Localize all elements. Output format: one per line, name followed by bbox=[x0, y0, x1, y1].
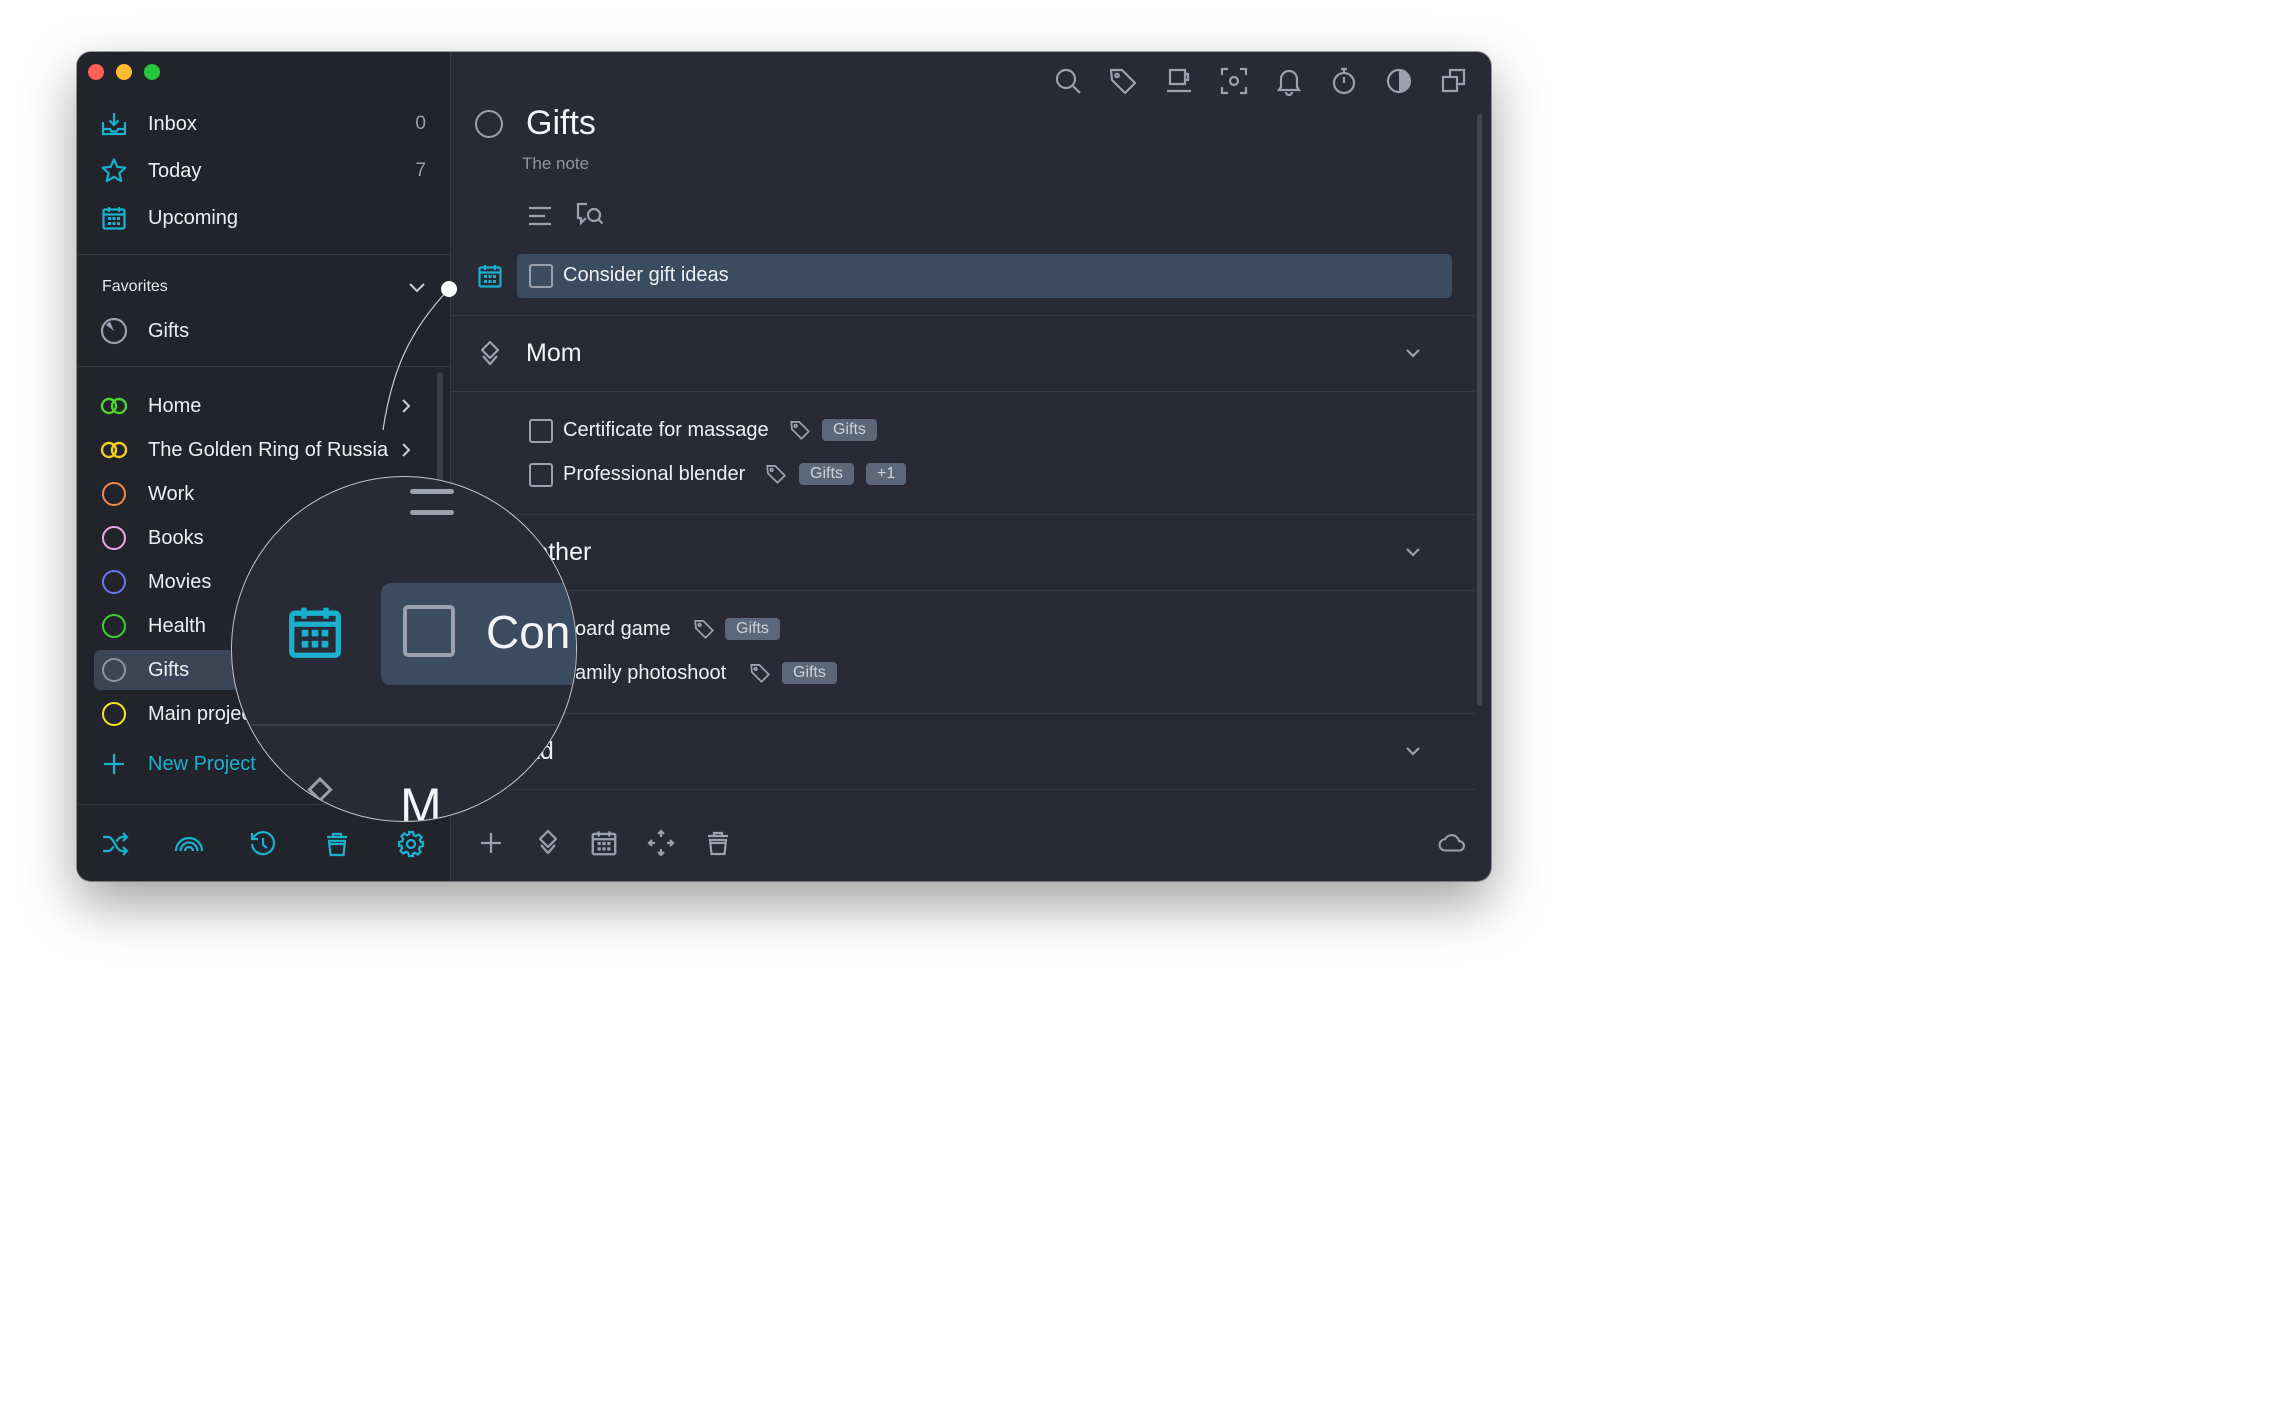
sidebar-item-label: Today bbox=[148, 159, 202, 182]
contrast-icon[interactable] bbox=[1384, 66, 1414, 96]
rainbow-icon[interactable] bbox=[174, 829, 204, 859]
divider bbox=[451, 391, 1475, 392]
heading-icon bbox=[480, 340, 500, 366]
tag-more-badge[interactable]: +1 bbox=[866, 463, 907, 485]
list-icon-zoom bbox=[410, 489, 454, 494]
sidebar-item-home[interactable]: Home bbox=[94, 386, 428, 426]
heading-mom-zoom: M bbox=[400, 778, 442, 822]
tag-icon bbox=[694, 620, 714, 639]
bell-icon[interactable] bbox=[1274, 66, 1304, 96]
chat-search-icon[interactable] bbox=[573, 200, 605, 230]
inbox-count: 0 bbox=[415, 113, 426, 134]
project-ring-icon bbox=[99, 479, 129, 509]
task-checkbox[interactable] bbox=[529, 463, 553, 487]
heading-icon-zoom bbox=[307, 776, 333, 803]
task-title[interactable]: Consider gift ideas bbox=[563, 264, 729, 287]
project-ring-icon bbox=[99, 611, 129, 641]
project-progress-ring[interactable] bbox=[475, 110, 503, 138]
calendar-icon bbox=[289, 607, 341, 658]
today-count: 7 bbox=[415, 160, 426, 181]
task-title[interactable]: amily photoshoot bbox=[575, 662, 726, 685]
sidebar-item-golden-ring[interactable]: The Golden Ring of Russia bbox=[94, 430, 428, 470]
trash-icon[interactable] bbox=[322, 829, 352, 859]
calendar-icon bbox=[99, 203, 129, 233]
settings-gear-icon[interactable] bbox=[396, 829, 426, 859]
chevron-right-icon[interactable] bbox=[398, 396, 414, 416]
task-title-zoom: Con bbox=[486, 606, 571, 658]
calendar-icon[interactable] bbox=[589, 828, 619, 858]
main-scrollbar[interactable] bbox=[1477, 114, 1482, 706]
divider bbox=[451, 789, 1475, 790]
tag-badge[interactable]: Gifts bbox=[799, 463, 854, 485]
area-rings-icon bbox=[99, 435, 129, 465]
chevron-right-icon[interactable] bbox=[398, 440, 414, 460]
focus-icon[interactable] bbox=[1219, 66, 1249, 96]
favorites-heading: Favorites bbox=[102, 278, 168, 295]
calendar-icon[interactable] bbox=[476, 262, 504, 290]
divider bbox=[451, 590, 1475, 591]
sidebar-item-label: Gifts bbox=[148, 319, 190, 342]
page-title[interactable]: Gifts bbox=[526, 104, 596, 143]
chevron-down-icon[interactable] bbox=[1402, 342, 1424, 364]
area-rings-icon bbox=[99, 391, 129, 421]
tag-badge[interactable]: Gifts bbox=[782, 662, 837, 684]
sidebar-item-upcoming[interactable]: Upcoming bbox=[94, 198, 428, 238]
chevron-down-icon[interactable] bbox=[1402, 541, 1424, 563]
timer-icon[interactable] bbox=[1329, 66, 1359, 96]
heading-icon[interactable] bbox=[533, 828, 563, 858]
sidebar-item-label: Inbox bbox=[148, 112, 197, 135]
divider bbox=[451, 713, 1475, 714]
tag-icon bbox=[750, 664, 770, 683]
sidebar-item-favorite-gifts[interactable]: Gifts bbox=[94, 311, 428, 351]
cloud-icon[interactable] bbox=[1437, 828, 1467, 858]
close-window-button[interactable] bbox=[88, 64, 104, 80]
project-ring-icon bbox=[99, 655, 129, 685]
inbox-tray-icon bbox=[99, 109, 129, 139]
move-icon[interactable] bbox=[646, 828, 676, 858]
tag-icon[interactable] bbox=[1108, 66, 1138, 96]
sidebar-item-inbox[interactable]: Inbox 0 bbox=[94, 104, 428, 144]
plus-icon bbox=[99, 749, 129, 779]
sidebar-divider bbox=[77, 254, 450, 255]
task-checkbox[interactable] bbox=[529, 264, 553, 288]
shuffle-icon[interactable] bbox=[100, 829, 130, 859]
minimize-window-button[interactable] bbox=[116, 64, 132, 80]
duplicate-icon[interactable] bbox=[1439, 66, 1469, 96]
add-icon[interactable] bbox=[476, 828, 506, 858]
history-icon[interactable] bbox=[248, 829, 278, 859]
project-ring-icon bbox=[99, 699, 129, 729]
task-checkbox-zoom bbox=[403, 605, 455, 657]
project-ring-icon bbox=[99, 523, 129, 553]
star-icon bbox=[99, 156, 129, 186]
tag-icon bbox=[790, 421, 810, 440]
chevron-down-icon[interactable] bbox=[1402, 740, 1424, 762]
sidebar-divider bbox=[77, 366, 450, 367]
trash-icon[interactable] bbox=[703, 828, 733, 858]
divider bbox=[451, 514, 1475, 515]
sidebar-item-label: Home bbox=[148, 394, 202, 417]
divider bbox=[451, 315, 1475, 316]
main-content: Gifts The note Consider gift ideas Mom C… bbox=[451, 52, 1491, 881]
progress-ring-icon bbox=[99, 316, 129, 346]
search-icon[interactable] bbox=[1053, 66, 1083, 96]
task-title[interactable]: Certificate for massage bbox=[563, 419, 769, 442]
project-note[interactable]: The note bbox=[522, 154, 589, 174]
zoom-window-button[interactable] bbox=[144, 64, 160, 80]
sidebar-item-today[interactable]: Today 7 bbox=[94, 151, 428, 191]
tag-icon bbox=[766, 465, 786, 484]
task-title[interactable]: Professional blender bbox=[563, 463, 745, 486]
window-controls bbox=[88, 64, 160, 80]
list-icon[interactable] bbox=[527, 204, 553, 228]
sidebar-item-label: Upcoming bbox=[148, 206, 239, 229]
sidebar-item-label: The Golden Ring of Russia bbox=[148, 438, 389, 461]
coffee-cup-icon[interactable] bbox=[1164, 66, 1194, 96]
tag-badge[interactable]: Gifts bbox=[725, 618, 780, 640]
tag-badge[interactable]: Gifts bbox=[822, 419, 877, 441]
project-ring-icon bbox=[99, 567, 129, 597]
heading-mom[interactable]: Mom bbox=[526, 339, 582, 368]
magnifier-lens: Con M bbox=[231, 476, 577, 822]
task-checkbox[interactable] bbox=[529, 419, 553, 443]
task-title[interactable]: oard game bbox=[575, 618, 671, 641]
chevron-down-icon[interactable] bbox=[407, 280, 427, 296]
